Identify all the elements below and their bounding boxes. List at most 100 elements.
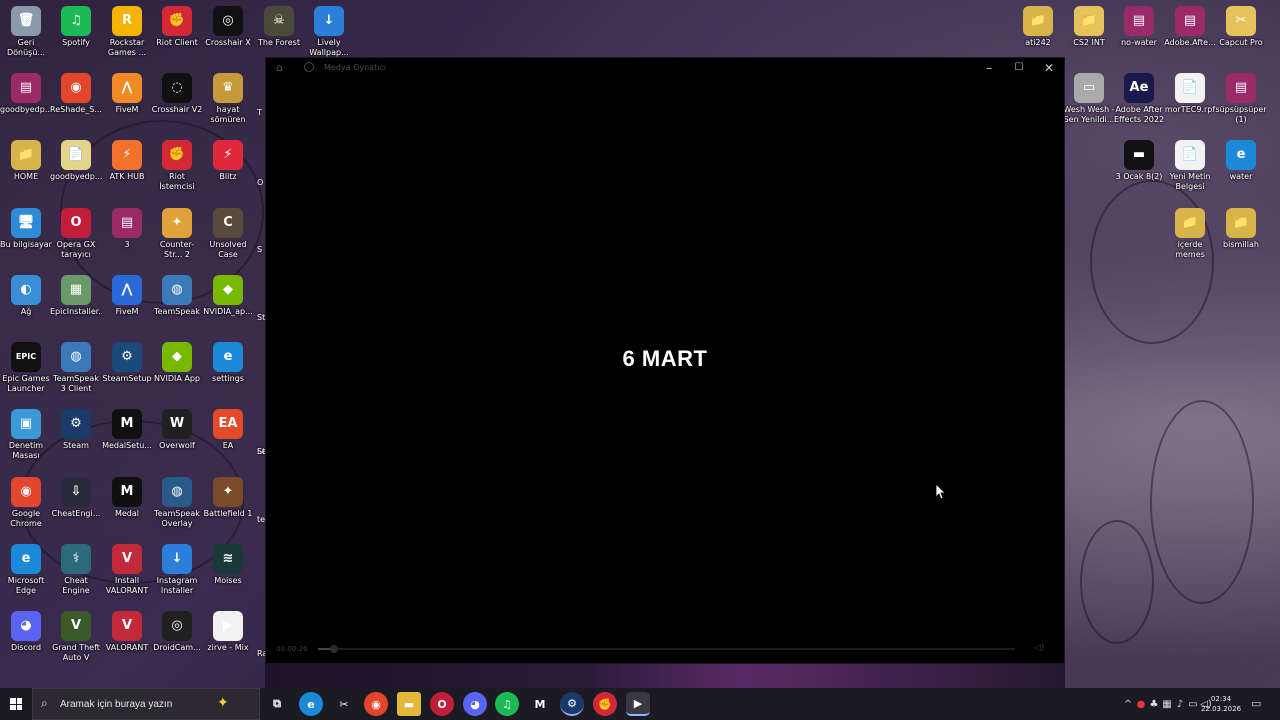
desktop-icon-goodbyedp1[interactable]: ▤ goodbyedp...: [0, 73, 52, 115]
desktop-icon-valorant[interactable]: V VALORANT: [101, 611, 153, 653]
desktop-icon-zirve-mix[interactable]: ▶ zirve - Mix: [202, 611, 254, 653]
desktop-icon-denetim[interactable]: ▣ Denetim Masası: [0, 409, 52, 461]
desktop-icon-nvidia-app[interactable]: ◆ NVIDIA App: [151, 342, 203, 384]
desktop-icon-ati242[interactable]: 📁 ati242: [1012, 6, 1064, 48]
desktop-icon-hayat-somuren[interactable]: ♛ hayat sömüren: [202, 73, 254, 125]
desktop-icon-bismillah[interactable]: 📁 bismillah: [1215, 208, 1267, 250]
desktop-icon-counter-strike[interactable]: ✦ Counter-Str... 2: [151, 208, 203, 260]
taskbar-chrome-icon[interactable]: ◉: [364, 692, 388, 716]
desktop-icon-no-water[interactable]: ▤ no-water: [1113, 6, 1165, 48]
opera-tray-icon[interactable]: ●: [1135, 699, 1147, 710]
taskbar-task-view-icon[interactable]: ⧉: [265, 692, 289, 716]
desktop-icon-settings[interactable]: e settings: [202, 342, 254, 384]
desktop-icon-chrome[interactable]: ◉ Google Chrome: [0, 477, 52, 529]
taskbar-clock[interactable]: 02:34 22.03.2026: [1200, 694, 1242, 714]
taskbar-opera-icon[interactable]: O: [430, 692, 454, 716]
taskbar-steam-icon[interactable]: ⚙: [560, 692, 584, 716]
desktop-icon-gta5[interactable]: V Grand Theft Auto V: [50, 611, 102, 663]
desktop-icon-ea[interactable]: EA EA: [202, 409, 254, 451]
desktop-icon-riot-istemci[interactable]: ✊ Riot İstemcisi: [151, 140, 203, 192]
desktop-icon-nvidia-ap[interactable]: ◆ NVIDIA_ap...: [202, 275, 254, 317]
desktop-icon-lively[interactable]: ↓ Lively Wallpap...: [303, 6, 355, 58]
volume-icon[interactable]: ◁): [1034, 643, 1044, 653]
desktop-icon-unsolved-case[interactable]: C Unsolved Case: [202, 208, 254, 260]
player-titlebar[interactable]: ⌂ Medya Oynatıcı – ☐ ✕: [266, 58, 1064, 78]
desktop-icon-atk-hub[interactable]: ⚡ ATK HUB: [101, 140, 153, 182]
mortec-icon: 📄: [1175, 73, 1205, 103]
taskbar-explorer-icon[interactable]: ▬: [397, 692, 421, 716]
desktop-icon-droidcam[interactable]: ◎ DroidCam...: [151, 611, 203, 653]
desktop-icon-teamspeak[interactable]: ◍ TeamSpeak: [151, 275, 203, 317]
desktop-icon-cheat-engi[interactable]: ⇩ CheatEngi...: [50, 477, 102, 519]
desktop-icon-the-forest[interactable]: ☠ The Forest: [253, 6, 305, 48]
desktop-icon-medal[interactable]: M Medal: [101, 477, 153, 519]
desktop-icon-three[interactable]: ▤ 3: [101, 208, 153, 250]
media-player-window[interactable]: ⌂ Medya Oynatıcı – ☐ ✕ 6 MART 00:00:26 ◁…: [265, 57, 1065, 664]
desktop-icon-edge[interactable]: e Microsoft Edge: [0, 544, 52, 596]
desktop-icon-ag[interactable]: ◐ Ağ: [0, 275, 52, 317]
desktop-icon-rockstar[interactable]: R Rockstar Games ...: [101, 6, 153, 58]
display-icon[interactable]: ▭: [1187, 699, 1199, 710]
desktop-icon-goodbyedp2[interactable]: 📄 goodbyedp...: [50, 140, 102, 182]
desktop-icon-moises[interactable]: ≋ Moises: [202, 544, 254, 586]
desktop-icon-install-valorant[interactable]: V Install VALORANT: [101, 544, 153, 596]
start-button[interactable]: [0, 688, 32, 720]
desktop-icon-fivem1[interactable]: ⋀ FiveM: [101, 73, 153, 115]
desktop-icon-supsupsuper[interactable]: ▤ süpsüpsüper (1): [1215, 73, 1267, 125]
close-button[interactable]: ✕: [1034, 59, 1064, 77]
desktop-icon-discord[interactable]: ◕ Discord: [0, 611, 52, 653]
desktop-icon-instagram[interactable]: ↓ Instagram Installer: [151, 544, 203, 596]
desktop-icon-home[interactable]: 📁 HOME: [0, 140, 52, 182]
tray-grid-icon[interactable]: ▦: [1161, 699, 1173, 710]
desktop-icon-overwolf[interactable]: W Overwolf: [151, 409, 203, 451]
desktop-icon-cs2-int[interactable]: 📁 CS2 INT: [1063, 6, 1115, 48]
tray-app-icon[interactable]: ♣: [1148, 699, 1160, 710]
desktop-icon-epic-installer[interactable]: ▦ EpicInstaller...: [50, 275, 102, 317]
desktop-icon-adobe-afte[interactable]: ▤ Adobe.Afte...: [1164, 6, 1216, 48]
desktop-icon-opera-gx[interactable]: O Opera GX tarayıcı: [50, 208, 102, 260]
maximize-button[interactable]: ☐: [1004, 59, 1034, 77]
desktop-icon-crosshair-v2[interactable]: ◌ Crosshair V2: [151, 73, 203, 115]
desktop-icon-teamspeak3[interactable]: ◍ TeamSpeak 3 Client: [50, 342, 102, 394]
desktop-icon-capcut[interactable]: ✂ Capcut Pro: [1215, 6, 1267, 48]
desktop-icon-epic-games[interactable]: EPIC Epic Games Launcher: [0, 342, 52, 394]
desktop-icon-water[interactable]: e water: [1215, 140, 1267, 182]
desktop-icon-spotify[interactable]: ♫ Spotify: [50, 6, 102, 48]
desktop-icon-bu-bilgisayar[interactable]: 🖥 Bu bilgisayar: [0, 208, 52, 250]
taskbar-medal-icon[interactable]: M: [528, 692, 552, 716]
taskbar-media-player-icon[interactable]: ▶: [626, 692, 650, 716]
desktop-icon-wesh[interactable]: ▭ Wesh Wesh - Sen Yenildi...: [1063, 73, 1115, 125]
seek-thumb[interactable]: [330, 645, 338, 653]
home-icon[interactable]: ⌂: [276, 61, 283, 74]
desktop-icon-medal-setup[interactable]: M MedalSetu...: [101, 409, 153, 451]
taskbar-riot-icon[interactable]: ✊: [593, 692, 617, 716]
taskbar-search[interactable]: ⌕ Aramak için buraya yazın ✦: [32, 688, 260, 720]
desktop-icon-steam-setup[interactable]: ⚙ SteamSetup: [101, 342, 153, 384]
taskbar-spotify-icon[interactable]: ♫: [495, 692, 519, 716]
microphone-icon[interactable]: ♪: [1174, 699, 1186, 710]
notification-icon[interactable]: ▭: [1251, 697, 1261, 710]
desktop-icon-yeni-metin[interactable]: 📄 Yeni Metin Belgesi: [1164, 140, 1216, 192]
desktop-icon-battlefield[interactable]: ✦ Battlefield 1: [202, 477, 254, 519]
desktop-icon-ts-overlay[interactable]: ◍ TeamSpeak Overlay: [151, 477, 203, 529]
desktop-icon-after-effects[interactable]: Ae Adobe After Effects 2022: [1113, 73, 1165, 125]
copilot-sparkle-icon[interactable]: ✦: [217, 695, 229, 711]
desktop-icon-icerde[interactable]: 📁 içerde memes: [1164, 208, 1216, 260]
desktop-icon-riot-client[interactable]: ✊ Riot Client: [151, 6, 203, 48]
desktop-icon-mortec[interactable]: 📄 morTEC9.rpf: [1164, 73, 1216, 115]
minimize-button[interactable]: –: [974, 59, 1004, 77]
desktop-icon-cheat-engine[interactable]: ⚕ Cheat Engine: [50, 544, 102, 596]
desktop-icon-steam[interactable]: ⚙ Steam: [50, 409, 102, 451]
seek-bar[interactable]: [318, 645, 1015, 653]
search-input[interactable]: Aramak için buraya yazın: [60, 699, 172, 710]
desktop-icon-geri-donusum[interactable]: 🗑 Geri Dönüşü...: [0, 6, 52, 58]
taskbar-discord-icon[interactable]: ◕: [463, 692, 487, 716]
desktop-icon-ocak[interactable]: ▬ 3 Ocak 8(2): [1113, 140, 1165, 182]
desktop-icon-fivem2[interactable]: ⋀ FiveM: [101, 275, 153, 317]
desktop-icon-blitz[interactable]: ⚡ Blitz: [202, 140, 254, 182]
taskbar-capcut-icon[interactable]: ✂: [332, 692, 356, 716]
desktop-icon-reshade[interactable]: ◉ ReShade_S...: [50, 73, 102, 115]
show-hidden-icons[interactable]: ^: [1122, 699, 1134, 710]
desktop-icon-crosshair-x[interactable]: ◎ Crosshair X: [202, 6, 254, 48]
taskbar-edge-icon[interactable]: e: [299, 692, 323, 716]
